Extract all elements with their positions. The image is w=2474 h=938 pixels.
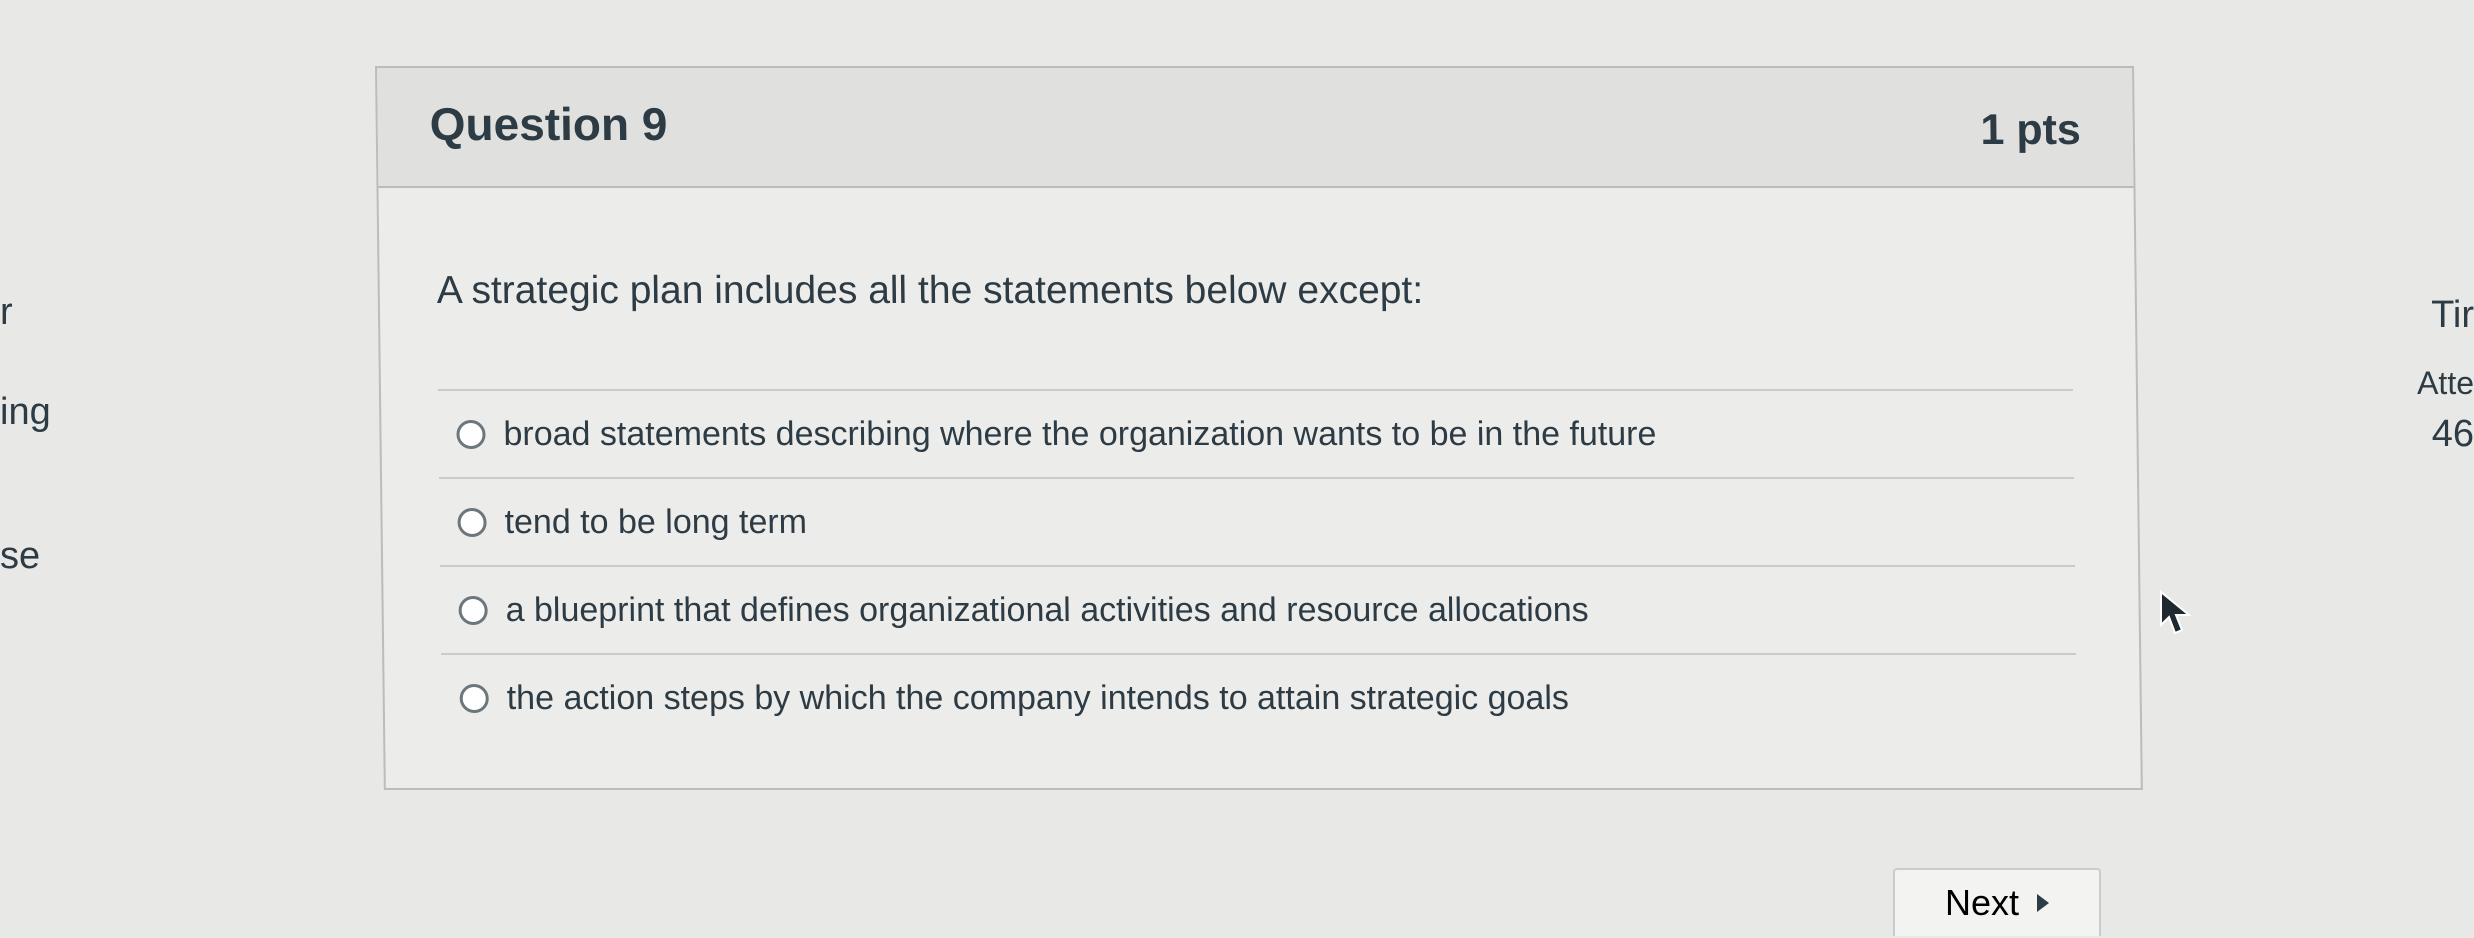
question-title: Question 9	[429, 98, 668, 150]
radio-button-icon[interactable]	[459, 683, 489, 713]
answer-option-1[interactable]: broad statements describing where the or…	[437, 389, 2075, 477]
radio-button-icon[interactable]	[458, 595, 488, 625]
question-header: Question 9 1 pts	[377, 68, 2134, 188]
answer-option-4[interactable]: the action steps by which the company in…	[441, 653, 2078, 741]
next-button[interactable]: Next	[1893, 868, 2101, 936]
attempt-value-fragment: 46	[2431, 413, 2474, 455]
question-card: Question 9 1 pts A strategic plan includ…	[375, 66, 2143, 790]
next-button-label: Next	[1944, 882, 2020, 923]
answer-label-4[interactable]: the action steps by which the company in…	[506, 679, 1569, 718]
question-prompt: A strategic plan includes all the statem…	[436, 269, 1424, 312]
answer-options: broad statements describing where the or…	[437, 389, 2078, 741]
radio-button-icon[interactable]	[457, 507, 487, 537]
mouse-pointer-icon	[2158, 589, 2192, 641]
time-label-fragment: Tir	[2431, 294, 2474, 336]
answer-option-2[interactable]: tend to be long term	[439, 477, 2076, 565]
attempt-label-fragment: Atte	[2417, 365, 2474, 401]
triangle-right-icon	[2037, 894, 2050, 912]
question-points: 1 pts	[1980, 106, 2082, 154]
sidebar-fragment-r: r	[0, 291, 13, 333]
answer-label-3[interactable]: a blueprint that defines organizational …	[505, 591, 1588, 630]
answer-label-2[interactable]: tend to be long term	[504, 503, 807, 542]
answer-label-1[interactable]: broad statements describing where the or…	[503, 415, 1656, 454]
answer-option-3[interactable]: a blueprint that defines organizational …	[440, 565, 2077, 653]
sidebar-fragment-ing: ing	[0, 391, 51, 433]
sidebar-fragment-se: se	[0, 535, 41, 577]
radio-button-icon[interactable]	[456, 419, 486, 449]
